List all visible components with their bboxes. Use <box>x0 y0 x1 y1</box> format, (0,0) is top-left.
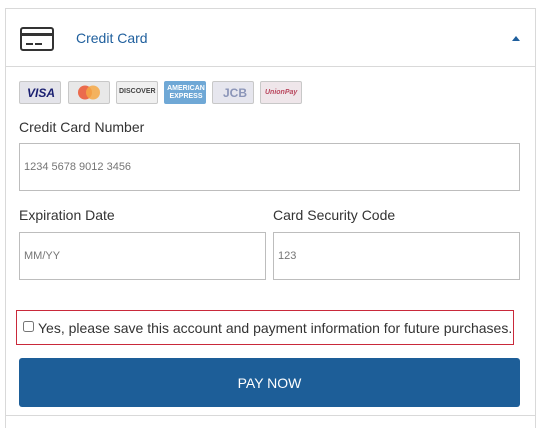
credit-card-icon <box>20 27 54 51</box>
caret-up-icon[interactable] <box>512 36 520 41</box>
save-payment-option: Yes, please save this account and paymen… <box>16 310 514 345</box>
save-payment-checkbox[interactable] <box>23 321 34 332</box>
american-express-logo: AMERICAN EXPRESS <box>164 81 206 104</box>
security-code-label: Card Security Code <box>273 207 396 223</box>
card-number-input[interactable] <box>19 143 520 191</box>
save-payment-label: Yes, please save this account and paymen… <box>38 320 513 336</box>
jcb-logo: JCB <box>212 81 254 104</box>
card-number-label: Credit Card Number <box>19 119 145 135</box>
discover-logo: DISCOVER <box>116 81 158 104</box>
divider <box>6 415 535 416</box>
expiration-date-input[interactable] <box>19 232 266 280</box>
visa-logo: VISA <box>19 81 61 104</box>
payment-panel: Credit Card VISA DISCOVER AMERICAN EXPRE… <box>5 8 536 428</box>
credit-card-section-header[interactable]: Credit Card <box>6 9 535 67</box>
mastercard-logo <box>68 81 110 104</box>
security-code-input[interactable] <box>273 232 520 280</box>
unionpay-logo: UnionPay <box>260 81 302 104</box>
section-title: Credit Card <box>76 30 148 46</box>
expiration-date-label: Expiration Date <box>19 207 115 223</box>
pay-now-button[interactable]: PAY NOW <box>19 358 520 407</box>
